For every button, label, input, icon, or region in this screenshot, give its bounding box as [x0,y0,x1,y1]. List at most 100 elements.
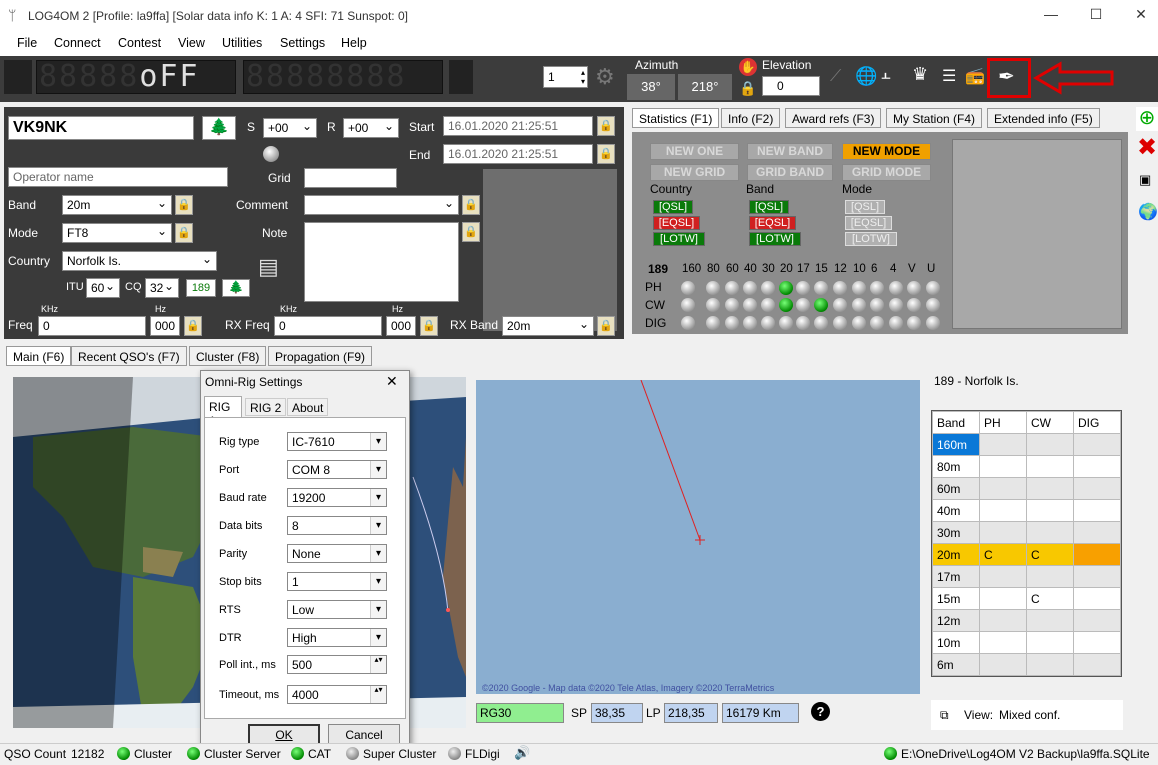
signal-icon[interactable]: ⟋ [830,68,841,86]
new-band-button[interactable]: NEW BAND [747,143,833,160]
table-row[interactable]: 17m [932,565,1121,588]
menu-settings[interactable]: Settings [280,36,325,50]
tab-extended-info[interactable]: Extended info (F5) [987,108,1100,128]
view-icon[interactable]: ⧉ [940,708,949,723]
rig-field-select[interactable]: IC-7610 [287,432,387,451]
maximize-button[interactable]: ☐ [1081,6,1111,26]
callsign-input[interactable]: VK9NK [8,116,194,140]
table-row[interactable]: 40m [932,499,1121,522]
rig-field-select[interactable]: 1 [287,572,387,591]
crown-icon[interactable]: ♛ [912,64,928,85]
band-lock-icon[interactable]: 🔒 [175,195,193,215]
gear-icon[interactable]: ⚙ [595,64,615,90]
delete-icon[interactable]: ✖ [1136,136,1158,161]
end-time-input[interactable]: 16.01.2020 21:25:51 [443,144,593,164]
stack-icon[interactable]: ☰ [942,66,956,86]
rst-rcvd-select[interactable]: +00 [343,118,399,138]
new-mode-button[interactable]: NEW MODE [842,143,931,160]
rig-field-select[interactable]: COM 8 [287,460,387,479]
mode-lock-icon[interactable]: 🔒 [175,223,193,243]
tab-my-station[interactable]: My Station (F4) [886,108,983,128]
table-row[interactable]: 60m [932,477,1121,500]
antenna-icon[interactable]: ⫠ [881,66,891,84]
table-row[interactable]: 12m [932,609,1121,632]
view-value[interactable]: Mixed conf. [999,708,1060,722]
status-cluster-server[interactable]: Cluster Server [204,747,281,761]
tab-statistics[interactable]: Statistics (F1) [632,108,720,128]
eraser-icon[interactable]: ▤ [258,254,288,282]
start-lock-icon[interactable]: 🔒 [597,116,615,136]
menu-connect[interactable]: Connect [54,36,101,50]
lock-icon[interactable]: 🔒 [739,80,756,97]
rig-field-select[interactable]: 8 [287,516,387,535]
comment-lock-icon[interactable]: 🔒 [462,195,480,215]
mode-select[interactable]: FT8 [62,223,172,243]
itu-select[interactable]: 60 [86,278,120,298]
radio-icon[interactable]: 📻 [965,66,985,86]
new-grid-button[interactable]: NEW GRID [650,164,739,181]
close-button[interactable]: ✕ [1126,6,1156,26]
tab-about[interactable]: About [287,398,329,416]
rig-field-select[interactable]: 4000 [287,685,387,704]
world-icon[interactable]: 🌍 [1138,202,1158,222]
table-row[interactable]: 20m C C [932,543,1121,566]
cq-select[interactable]: 32 [145,278,179,298]
menu-contest[interactable]: Contest [118,36,161,50]
table-row[interactable]: 15m C [932,587,1121,610]
rxfreq-input[interactable]: 0 [274,316,382,336]
menu-view[interactable]: View [178,36,205,50]
freq-hz-input[interactable]: 000 [150,316,180,336]
table-row[interactable]: 6m [932,653,1121,676]
rxfreq-lock-icon[interactable]: 🔒 [420,316,438,336]
band-select[interactable]: 20m [62,195,172,215]
pen-icon[interactable]: ✒ [998,64,1015,89]
tab-info[interactable]: Info (F2) [721,108,781,128]
menu-help[interactable]: Help [341,36,367,50]
grid-band-button[interactable]: GRID BAND [747,164,833,181]
status-super-cluster[interactable]: Super Cluster [363,747,436,761]
menu-utilities[interactable]: Utilities [222,36,262,50]
tab-cluster[interactable]: Cluster (F8) [189,346,267,366]
tab-propagation[interactable]: Propagation (F9) [268,346,373,366]
table-row[interactable]: 160m [932,433,1121,456]
card-icon[interactable]: ▣ [1139,172,1151,188]
table-row[interactable]: 10m [932,631,1121,654]
note-textarea[interactable] [304,222,459,302]
table-row[interactable]: 30m [932,521,1121,544]
operator-name-input[interactable]: Operator name [8,167,228,187]
help-icon[interactable]: ? [811,702,830,721]
rig-field-select[interactable]: Low [287,600,387,619]
rst-sent-select[interactable]: +00 [263,118,317,138]
dialog-close-button[interactable]: ✕ [386,373,398,390]
note-lock-icon[interactable]: 🔒 [462,222,480,242]
tab-award-refs[interactable]: Award refs (F3) [785,108,882,128]
grid-input[interactable] [304,168,397,188]
freq-input[interactable]: 0 [38,316,146,336]
new-one-button[interactable]: NEW ONE [650,143,739,160]
rig-field-select[interactable]: High [287,628,387,647]
rxband-lock-icon[interactable]: 🔒 [597,316,615,336]
rxband-select[interactable]: 20m [502,316,594,336]
tab-rig1[interactable]: RIG 1 [204,396,242,428]
minimize-button[interactable]: — [1036,6,1066,26]
tab-recent-qsos[interactable]: Recent QSO's (F7) [71,346,187,366]
freq-lock-icon[interactable]: 🔒 [184,316,202,336]
tab-main[interactable]: Main (F6) [6,346,72,366]
speaker-icon[interactable]: 🔊 [514,745,530,761]
globe-icon[interactable]: 🌐 [855,66,877,87]
start-time-input[interactable]: 16.01.2020 21:25:51 [443,116,593,136]
status-cluster[interactable]: Cluster [134,747,172,761]
grid-mode-button[interactable]: GRID MODE [842,164,931,181]
rig-field-select[interactable]: 19200 [287,488,387,507]
tab-rig2[interactable]: RIG 2 [245,398,287,416]
rig-selector[interactable]: 1 ▴ ▾ [543,66,588,88]
status-cat[interactable]: CAT [308,747,331,761]
menu-file[interactable]: File [17,36,37,50]
azimuth-lp[interactable]: 218° [678,74,732,100]
table-row[interactable]: 80m [932,455,1121,478]
country-select[interactable]: Norfolk Is. [62,251,217,271]
stop-rotator-icon[interactable]: ✋ [739,58,757,76]
status-fldigi[interactable]: FLDigi [465,747,500,761]
end-lock-icon[interactable]: 🔒 [597,144,615,164]
rig-field-select[interactable]: None [287,544,387,563]
